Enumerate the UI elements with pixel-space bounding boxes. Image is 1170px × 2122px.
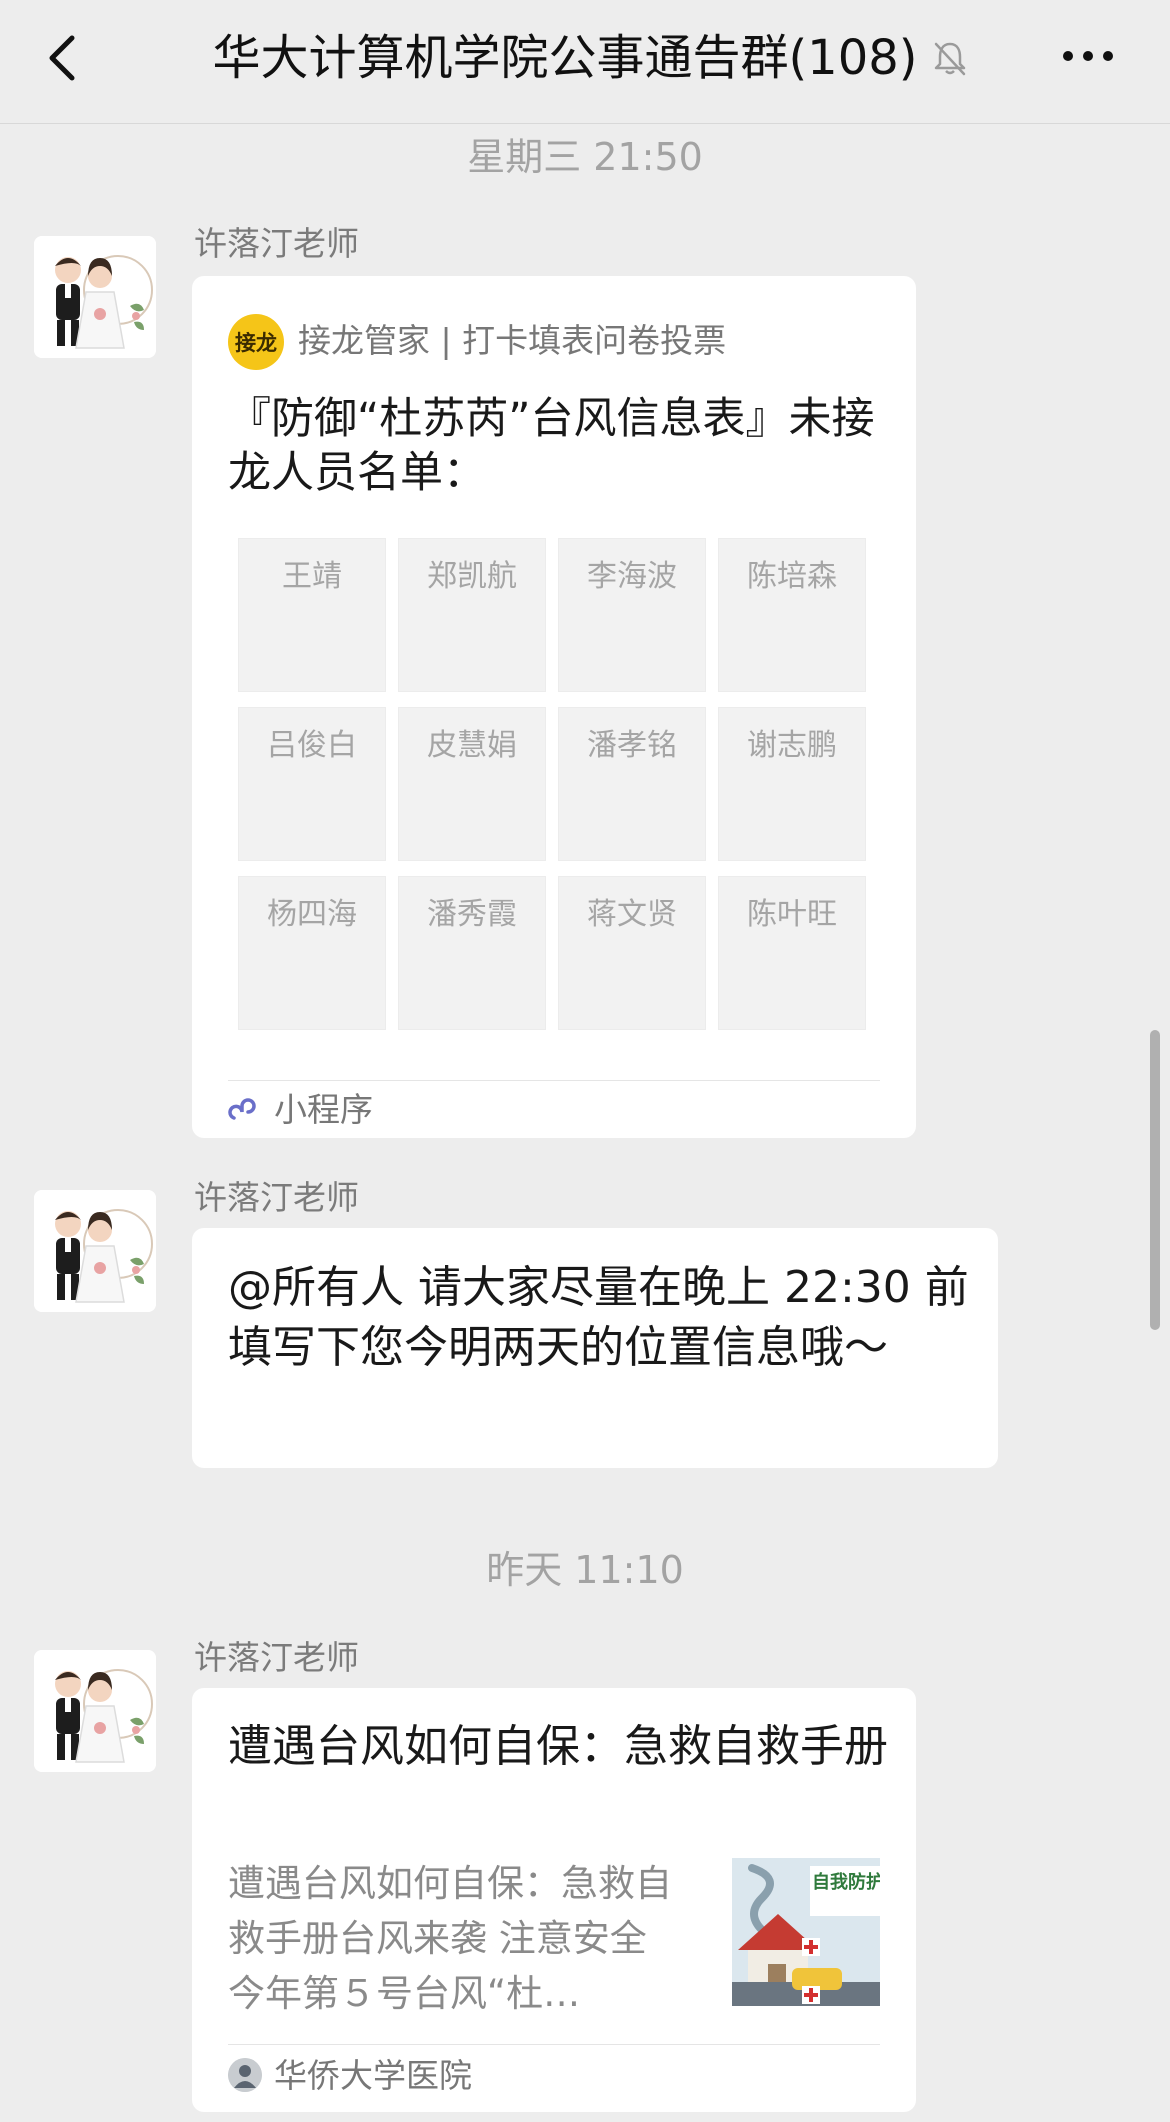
more-button[interactable] bbox=[1058, 34, 1118, 78]
ellipsis-icon bbox=[1063, 51, 1113, 61]
sender-name: 许落汀老师 bbox=[194, 224, 359, 263]
article-title: 遭遇台风如何自保：急救自救手册 bbox=[228, 1721, 888, 1772]
thumb-text: 自我防护急救知识 bbox=[812, 1871, 880, 1893]
name-cell: 王靖 bbox=[238, 538, 386, 692]
couple-avatar-icon bbox=[34, 1190, 156, 1312]
name-grid: 王靖 郑凯航 李海波 陈培森 吕俊白 皮慧娟 潘孝铭 谢志鹏 杨四海 潘秀霞 蒋… bbox=[238, 538, 870, 1030]
name-cell: 陈叶旺 bbox=[718, 876, 866, 1030]
mini-program-card[interactable]: 接龙 接龙管家 | 打卡填表问卷投票 『防御“杜苏芮”台风信息表』未接龙人员名单… bbox=[192, 276, 916, 1138]
name-cell: 潘秀霞 bbox=[398, 876, 546, 1030]
couple-avatar-icon bbox=[34, 236, 156, 358]
mini-program-title: 『防御“杜苏芮”台风信息表』未接龙人员名单： bbox=[228, 394, 875, 498]
timestamp: 昨天 11:10 bbox=[486, 1548, 684, 1592]
sender-name: 许落汀老师 bbox=[194, 1638, 359, 1677]
chat-title: 华大计算机学院公事通告群(108) bbox=[212, 30, 918, 86]
article-source: 华侨大学医院 bbox=[274, 2056, 472, 2095]
name-cell: 谢志鹏 bbox=[718, 707, 866, 861]
article-description: 遭遇台风如何自保：急救自救手册台风来袭 注意安全 今年第５号台风“杜… bbox=[228, 1862, 684, 2015]
jielong-logo-icon: 接龙 bbox=[228, 314, 284, 370]
name-cell: 杨四海 bbox=[238, 876, 386, 1030]
back-button[interactable] bbox=[40, 28, 92, 88]
mini-program-icon bbox=[226, 1092, 262, 1128]
chat-header: 华大计算机学院公事通告群(108) bbox=[0, 0, 1170, 124]
message-text: @所有人 请大家尽量在晚上 22:30 前填写下您今明两天的位置信息哦～ bbox=[228, 1262, 969, 1373]
article-card[interactable]: 遭遇台风如何自保：急救自救手册 遭遇台风如何自保：急救自救手册台风来袭 注意安全… bbox=[192, 1688, 916, 2112]
name-cell: 潘孝铭 bbox=[558, 707, 706, 861]
article-thumbnail: 自我防护急救知识 bbox=[732, 1858, 880, 2006]
sender-name: 许落汀老师 bbox=[194, 1178, 359, 1217]
name-cell: 李海波 bbox=[558, 538, 706, 692]
avatar[interactable] bbox=[34, 236, 156, 358]
hospital-logo-icon bbox=[228, 2058, 262, 2092]
timestamp: 星期三 21:50 bbox=[467, 135, 703, 179]
name-cell: 郑凯航 bbox=[398, 538, 546, 692]
card-divider bbox=[228, 2044, 880, 2045]
avatar[interactable] bbox=[34, 1650, 156, 1772]
scrollbar[interactable] bbox=[1150, 1030, 1160, 1330]
name-cell: 吕俊白 bbox=[238, 707, 386, 861]
name-cell: 蒋文贤 bbox=[558, 876, 706, 1030]
card-divider bbox=[228, 1080, 880, 1081]
name-cell: 皮慧娟 bbox=[398, 707, 546, 861]
text-message-bubble[interactable]: @所有人 请大家尽量在晚上 22:30 前填写下您今明两天的位置信息哦～ bbox=[192, 1228, 998, 1468]
chevron-left-icon bbox=[49, 35, 75, 81]
bell-slash-icon bbox=[930, 38, 970, 78]
name-cell: 陈培森 bbox=[718, 538, 866, 692]
mini-program-source: 接龙管家 | 打卡填表问卷投票 bbox=[298, 321, 727, 360]
avatar[interactable] bbox=[34, 1190, 156, 1312]
couple-avatar-icon bbox=[34, 1650, 156, 1772]
mini-program-label: 小程序 bbox=[274, 1090, 373, 1129]
